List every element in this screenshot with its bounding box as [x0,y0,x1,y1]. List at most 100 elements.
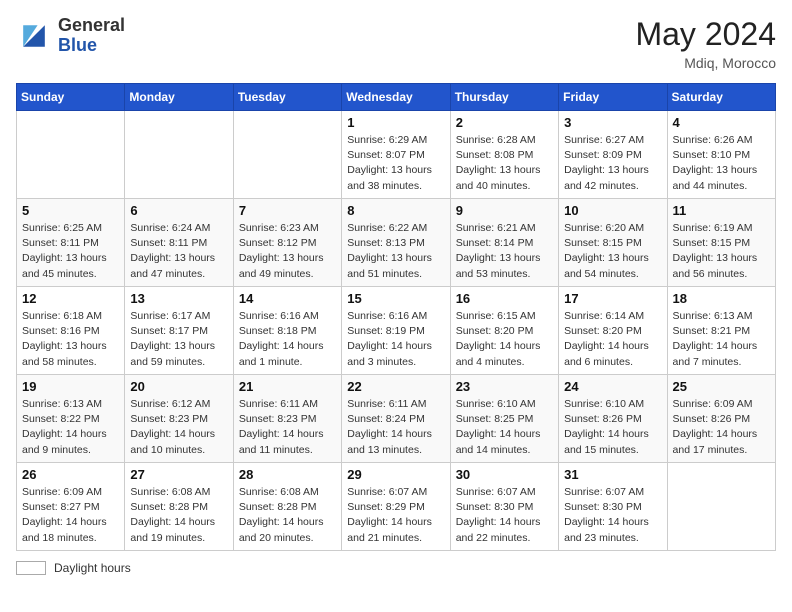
weekday-header-tuesday: Tuesday [233,84,341,111]
calendar-cell [667,463,775,551]
day-info: Sunrise: 6:16 AMSunset: 8:18 PMDaylight:… [239,309,336,370]
day-info: Sunrise: 6:14 AMSunset: 8:20 PMDaylight:… [564,309,661,370]
day-number: 22 [347,379,444,394]
day-number: 23 [456,379,553,394]
calendar-cell: 5 Sunrise: 6:25 AMSunset: 8:11 PMDayligh… [17,199,125,287]
day-info: Sunrise: 6:21 AMSunset: 8:14 PMDaylight:… [456,221,553,282]
day-number: 7 [239,203,336,218]
weekday-header-wednesday: Wednesday [342,84,450,111]
calendar-cell: 25 Sunrise: 6:09 AMSunset: 8:26 PMDaylig… [667,375,775,463]
day-number: 9 [456,203,553,218]
calendar-cell: 7 Sunrise: 6:23 AMSunset: 8:12 PMDayligh… [233,199,341,287]
calendar-cell: 6 Sunrise: 6:24 AMSunset: 8:11 PMDayligh… [125,199,233,287]
calendar-cell: 12 Sunrise: 6:18 AMSunset: 8:16 PMDaylig… [17,287,125,375]
calendar-week-row: 5 Sunrise: 6:25 AMSunset: 8:11 PMDayligh… [17,199,776,287]
day-info: Sunrise: 6:23 AMSunset: 8:12 PMDaylight:… [239,221,336,282]
day-info: Sunrise: 6:20 AMSunset: 8:15 PMDaylight:… [564,221,661,282]
calendar-cell: 30 Sunrise: 6:07 AMSunset: 8:30 PMDaylig… [450,463,558,551]
day-number: 24 [564,379,661,394]
day-info: Sunrise: 6:19 AMSunset: 8:15 PMDaylight:… [673,221,770,282]
calendar-cell: 16 Sunrise: 6:15 AMSunset: 8:20 PMDaylig… [450,287,558,375]
day-info: Sunrise: 6:26 AMSunset: 8:10 PMDaylight:… [673,133,770,194]
calendar-cell: 17 Sunrise: 6:14 AMSunset: 8:20 PMDaylig… [559,287,667,375]
day-number: 2 [456,115,553,130]
title-block: May 2024 Mdiq, Morocco [635,16,776,71]
day-info: Sunrise: 6:10 AMSunset: 8:26 PMDaylight:… [564,397,661,458]
day-number: 13 [130,291,227,306]
calendar-cell: 31 Sunrise: 6:07 AMSunset: 8:30 PMDaylig… [559,463,667,551]
calendar-week-row: 12 Sunrise: 6:18 AMSunset: 8:16 PMDaylig… [17,287,776,375]
calendar-cell: 9 Sunrise: 6:21 AMSunset: 8:14 PMDayligh… [450,199,558,287]
day-info: Sunrise: 6:27 AMSunset: 8:09 PMDaylight:… [564,133,661,194]
day-number: 4 [673,115,770,130]
day-info: Sunrise: 6:11 AMSunset: 8:23 PMDaylight:… [239,397,336,458]
day-info: Sunrise: 6:12 AMSunset: 8:23 PMDaylight:… [130,397,227,458]
day-info: Sunrise: 6:07 AMSunset: 8:30 PMDaylight:… [456,485,553,546]
day-number: 19 [22,379,119,394]
day-info: Sunrise: 6:17 AMSunset: 8:17 PMDaylight:… [130,309,227,370]
calendar-cell: 4 Sunrise: 6:26 AMSunset: 8:10 PMDayligh… [667,111,775,199]
calendar-cell [233,111,341,199]
day-number: 20 [130,379,227,394]
day-info: Sunrise: 6:08 AMSunset: 8:28 PMDaylight:… [239,485,336,546]
calendar-cell: 21 Sunrise: 6:11 AMSunset: 8:23 PMDaylig… [233,375,341,463]
calendar-cell: 11 Sunrise: 6:19 AMSunset: 8:15 PMDaylig… [667,199,775,287]
day-number: 10 [564,203,661,218]
calendar-cell: 22 Sunrise: 6:11 AMSunset: 8:24 PMDaylig… [342,375,450,463]
day-info: Sunrise: 6:28 AMSunset: 8:08 PMDaylight:… [456,133,553,194]
day-info: Sunrise: 6:13 AMSunset: 8:21 PMDaylight:… [673,309,770,370]
weekday-header-row: SundayMondayTuesdayWednesdayThursdayFrid… [17,84,776,111]
calendar-cell: 15 Sunrise: 6:16 AMSunset: 8:19 PMDaylig… [342,287,450,375]
calendar-cell: 28 Sunrise: 6:08 AMSunset: 8:28 PMDaylig… [233,463,341,551]
page-header: General Blue May 2024 Mdiq, Morocco [16,16,776,71]
calendar-cell: 2 Sunrise: 6:28 AMSunset: 8:08 PMDayligh… [450,111,558,199]
calendar-cell: 10 Sunrise: 6:20 AMSunset: 8:15 PMDaylig… [559,199,667,287]
day-number: 1 [347,115,444,130]
day-number: 30 [456,467,553,482]
day-info: Sunrise: 6:10 AMSunset: 8:25 PMDaylight:… [456,397,553,458]
day-info: Sunrise: 6:24 AMSunset: 8:11 PMDaylight:… [130,221,227,282]
calendar-cell: 24 Sunrise: 6:10 AMSunset: 8:26 PMDaylig… [559,375,667,463]
day-number: 12 [22,291,119,306]
calendar-cell: 23 Sunrise: 6:10 AMSunset: 8:25 PMDaylig… [450,375,558,463]
day-info: Sunrise: 6:16 AMSunset: 8:19 PMDaylight:… [347,309,444,370]
day-number: 31 [564,467,661,482]
calendar-cell: 13 Sunrise: 6:17 AMSunset: 8:17 PMDaylig… [125,287,233,375]
calendar-cell: 8 Sunrise: 6:22 AMSunset: 8:13 PMDayligh… [342,199,450,287]
calendar-cell [125,111,233,199]
calendar-cell: 19 Sunrise: 6:13 AMSunset: 8:22 PMDaylig… [17,375,125,463]
calendar-cell: 26 Sunrise: 6:09 AMSunset: 8:27 PMDaylig… [17,463,125,551]
day-number: 6 [130,203,227,218]
day-info: Sunrise: 6:07 AMSunset: 8:30 PMDaylight:… [564,485,661,546]
weekday-header-sunday: Sunday [17,84,125,111]
calendar-week-row: 19 Sunrise: 6:13 AMSunset: 8:22 PMDaylig… [17,375,776,463]
day-number: 26 [22,467,119,482]
day-info: Sunrise: 6:08 AMSunset: 8:28 PMDaylight:… [130,485,227,546]
day-number: 27 [130,467,227,482]
day-number: 14 [239,291,336,306]
day-info: Sunrise: 6:07 AMSunset: 8:29 PMDaylight:… [347,485,444,546]
daylight-swatch [16,561,46,575]
day-info: Sunrise: 6:22 AMSunset: 8:13 PMDaylight:… [347,221,444,282]
day-number: 3 [564,115,661,130]
calendar-week-row: 1 Sunrise: 6:29 AMSunset: 8:07 PMDayligh… [17,111,776,199]
calendar-cell: 20 Sunrise: 6:12 AMSunset: 8:23 PMDaylig… [125,375,233,463]
day-number: 28 [239,467,336,482]
location-label: Mdiq, Morocco [635,55,776,71]
weekday-header-thursday: Thursday [450,84,558,111]
day-info: Sunrise: 6:11 AMSunset: 8:24 PMDaylight:… [347,397,444,458]
calendar-table: SundayMondayTuesdayWednesdayThursdayFrid… [16,83,776,551]
day-info: Sunrise: 6:29 AMSunset: 8:07 PMDaylight:… [347,133,444,194]
calendar-cell: 18 Sunrise: 6:13 AMSunset: 8:21 PMDaylig… [667,287,775,375]
calendar-week-row: 26 Sunrise: 6:09 AMSunset: 8:27 PMDaylig… [17,463,776,551]
calendar-cell: 29 Sunrise: 6:07 AMSunset: 8:29 PMDaylig… [342,463,450,551]
day-info: Sunrise: 6:09 AMSunset: 8:26 PMDaylight:… [673,397,770,458]
day-number: 29 [347,467,444,482]
day-number: 15 [347,291,444,306]
calendar-cell [17,111,125,199]
day-number: 5 [22,203,119,218]
day-info: Sunrise: 6:25 AMSunset: 8:11 PMDaylight:… [22,221,119,282]
day-info: Sunrise: 6:13 AMSunset: 8:22 PMDaylight:… [22,397,119,458]
daylight-label: Daylight hours [54,561,131,575]
calendar-cell: 27 Sunrise: 6:08 AMSunset: 8:28 PMDaylig… [125,463,233,551]
